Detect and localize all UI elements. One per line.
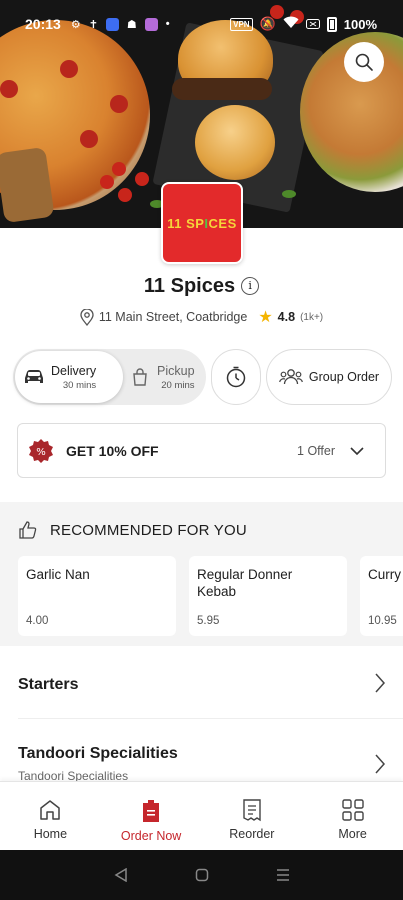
order-icon (143, 800, 160, 822)
android-icon: ☗ (126, 18, 137, 31)
sim-icon (305, 17, 320, 32)
status-bar: 20:13 ⚙ ✝ ☗ • VPN 🔕 100% (0, 0, 403, 48)
shopping-bag-icon (133, 368, 147, 386)
item-name: Curry (368, 567, 401, 582)
schedule-button[interactable] (211, 349, 261, 405)
recommended-item-card[interactable]: Regular Donner Kebab 5.95 (189, 556, 347, 636)
pickup-time: 20 mins (161, 379, 195, 391)
thumbs-up-icon (19, 521, 37, 539)
recents-icon[interactable] (276, 868, 290, 882)
restaurant-meta: 11 Main Street, Coatbridge ★ 4.8 (1k+) (0, 307, 403, 327)
nav-home[interactable]: Home (0, 782, 101, 850)
battery-percent: 100% (343, 16, 377, 32)
recommended-item-card[interactable]: Garlic Nan 4.00 (18, 556, 176, 636)
more-notifications-icon: • (165, 18, 170, 30)
recommended-item-card[interactable]: Curry 10.95 (360, 556, 403, 636)
restaurant-logo: 11 SPICES (161, 182, 243, 264)
restaurant-address: 11 Main Street, Coatbridge (98, 310, 248, 324)
restaurant-name: 11 Spices i (0, 275, 403, 298)
discount-badge-icon: % (29, 438, 53, 463)
group-order-label: Group Order (308, 370, 380, 384)
info-icon[interactable]: i (241, 276, 260, 295)
home-icon (40, 800, 61, 820)
svg-text:%: % (36, 447, 46, 458)
battery-icon (326, 16, 337, 32)
system-navigation-bar (0, 850, 403, 900)
offer-count: 1 Offer (297, 443, 335, 458)
location-pin-icon (80, 308, 94, 326)
item-name: Garlic Nan (26, 567, 90, 582)
star-icon: ★ (258, 309, 273, 326)
back-icon[interactable] (114, 868, 128, 882)
item-price: 10.95 (368, 615, 397, 627)
nav-order-now[interactable]: Order Now (101, 782, 202, 850)
car-icon (25, 370, 43, 383)
group-order-button[interactable]: Group Order (266, 349, 392, 405)
delivery-label: Delivery (51, 363, 97, 378)
home-circle-icon[interactable] (195, 868, 209, 882)
chevron-right-icon (375, 754, 386, 774)
stopwatch-icon (226, 366, 246, 388)
offer-label: GET 10% OFF (66, 442, 159, 459)
divider (18, 718, 403, 719)
pickup-label: Pickup (157, 363, 195, 378)
category-title: Starters (18, 676, 79, 693)
vpn-icon: VPN (230, 17, 253, 31)
category-row[interactable]: Tandoori Specialities Tandoori Specialit… (18, 745, 388, 783)
restaurant-rating: 4.8 (277, 310, 296, 324)
delivery-time: 30 mins (62, 379, 97, 391)
receipt-icon (243, 799, 261, 822)
app-notification-icon (144, 17, 158, 31)
recommended-title: RECOMMENDED FOR YOU (18, 520, 247, 540)
grid-icon (341, 799, 364, 821)
nav-more[interactable]: More (302, 782, 403, 850)
app-notification-icon (105, 17, 119, 31)
item-price: 4.00 (26, 615, 49, 627)
mute-icon: 🔕 (259, 16, 276, 31)
rating-count: (1k+) (300, 311, 324, 323)
delivery-option[interactable]: Delivery 30 mins (15, 351, 123, 403)
burger-illustration (195, 105, 275, 180)
category-row[interactable]: Starters (18, 673, 388, 694)
group-icon (279, 369, 303, 385)
category-title: Tandoori Specialities (18, 745, 178, 762)
bottom-navigation: Home Order Now Reorder More (0, 781, 403, 850)
wifi-icon (283, 16, 299, 32)
nav-reorder[interactable]: Reorder (202, 782, 303, 850)
status-time: 20:13 (25, 16, 61, 32)
pickup-option[interactable]: Pickup 20 mins (131, 351, 205, 403)
order-mode-toggle: Delivery 30 mins Pickup 20 mins (13, 349, 206, 405)
search-icon (355, 53, 373, 71)
chevron-right-icon (375, 673, 386, 693)
search-button[interactable] (344, 42, 384, 82)
chevron-down-icon (350, 446, 364, 455)
accessibility-icon: ✝ (88, 18, 98, 31)
item-price: 5.95 (197, 615, 220, 627)
offer-banner[interactable]: % GET 10% OFF 1 Offer (17, 423, 386, 478)
item-name: Regular Donner Kebab (197, 567, 293, 599)
settings-icon: ⚙ (70, 18, 81, 31)
